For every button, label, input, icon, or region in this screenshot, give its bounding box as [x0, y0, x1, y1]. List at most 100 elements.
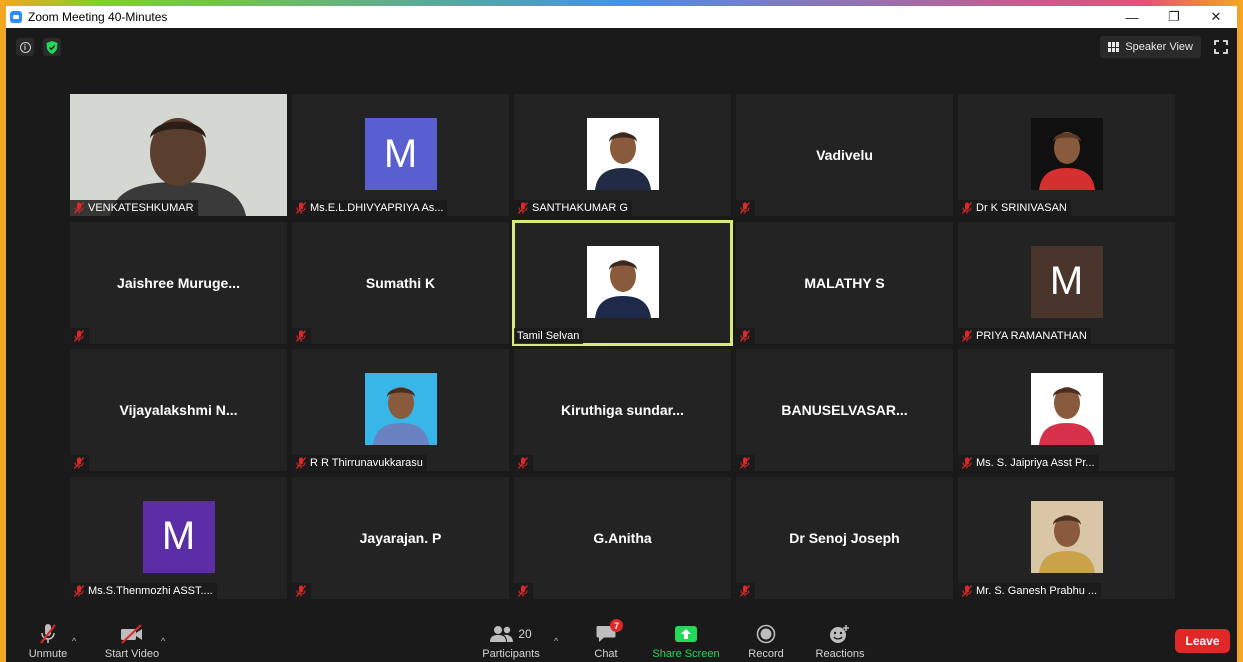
participant-name-tag	[736, 327, 755, 344]
close-button[interactable]: ✕	[1195, 6, 1237, 28]
layout-grid-icon	[1108, 42, 1120, 52]
participant-tile[interactable]: Tamil Selvan	[512, 219, 733, 346]
unmute-label: Unmute	[28, 648, 68, 660]
muted-mic-icon	[295, 202, 307, 214]
participant-name-tag	[292, 327, 311, 344]
muted-mic-icon	[517, 584, 529, 597]
participant-tile[interactable]: Ms. S. Jaipriya Asst Pr...	[958, 349, 1175, 471]
participant-display-name: G.Anitha	[593, 529, 652, 546]
participant-tile[interactable]: VENKATESHKUMAR	[70, 94, 287, 216]
participant-name: VENKATESHKUMAR	[88, 202, 194, 214]
start-video-label: Start Video	[104, 648, 160, 660]
participant-tile[interactable]: Jayarajan. P	[292, 476, 509, 599]
participant-display-name: Vijayalakshmi N...	[119, 402, 238, 418]
muted-mic-icon	[961, 329, 973, 342]
participant-name: Ms. S. Jaipriya Asst Pr...	[976, 457, 1095, 469]
muted-mic-icon	[739, 202, 751, 214]
reactions-button[interactable]: Reactions	[812, 618, 868, 662]
participant-display-name: Dr Senoj Joseph	[789, 529, 900, 546]
fullscreen-icon[interactable]	[1214, 40, 1228, 54]
participant-tile[interactable]: Vadivelu	[736, 94, 953, 216]
participant-tile[interactable]: R R Thirrunavukkarasu	[292, 349, 509, 471]
chat-label: Chat	[594, 648, 618, 660]
participant-tile[interactable]: Dr K SRINIVASAN	[958, 94, 1175, 216]
participants-label: Participants	[482, 648, 540, 660]
participant-name-tag: Ms. S. Jaipriya Asst Pr...	[958, 455, 1099, 471]
minimize-button[interactable]: —	[1111, 6, 1153, 28]
video-off-icon	[119, 622, 145, 646]
participant-name-tag: R R Thirrunavukkarasu	[292, 455, 427, 471]
participants-button[interactable]: 20 Participants	[476, 618, 546, 662]
participant-name-tag: SANTHAKUMAR G	[514, 200, 632, 216]
muted-mic-icon	[739, 457, 751, 469]
participant-tile[interactable]: M Ms.E.L.DHIVYAPRIYA As...	[292, 94, 509, 216]
muted-mic-icon	[961, 584, 973, 597]
participant-name-tag	[514, 582, 533, 599]
muted-mic-icon	[73, 584, 85, 597]
share-screen-button[interactable]: Share Screen	[650, 618, 722, 662]
zoom-app-icon	[10, 11, 22, 23]
participant-name-tag	[514, 455, 533, 471]
participant-tile[interactable]: MALATHY S	[736, 221, 953, 344]
speaker-view-label: Speaker View	[1125, 41, 1193, 53]
participant-display-name: Jayarajan. P	[359, 529, 442, 546]
participant-tile[interactable]: Kiruthiga sundar...	[514, 349, 731, 471]
start-video-button[interactable]: Start Video	[102, 618, 162, 662]
participant-name-tag	[292, 582, 311, 599]
meeting-info-icon[interactable]: i	[16, 38, 34, 56]
participant-name: Mr. S. Ganesh Prabhu ...	[976, 584, 1098, 597]
speaker-view-button[interactable]: Speaker View	[1100, 36, 1201, 58]
share-screen-label: Share Screen	[652, 648, 720, 660]
participant-tile[interactable]: Vijayalakshmi N...	[70, 349, 287, 471]
participant-name: Tamil Selvan	[517, 329, 580, 342]
participant-name: Ms.E.L.DHIVYAPRIYA As...	[310, 202, 444, 214]
muted-mic-icon	[73, 202, 85, 214]
share-screen-icon	[675, 622, 697, 646]
muted-mic-icon	[295, 329, 307, 342]
chat-badge: 7	[610, 619, 623, 632]
reactions-icon	[829, 622, 851, 646]
participant-tile[interactable]: Sumathi K	[292, 221, 509, 344]
muted-mic-icon	[38, 622, 58, 646]
participants-icon: 20	[490, 622, 532, 646]
participant-display-name: BANUSELVASAR...	[781, 402, 908, 418]
participant-name-tag	[70, 455, 89, 471]
participant-tile[interactable]: SANTHAKUMAR G	[514, 94, 731, 216]
video-options-caret[interactable]: ^	[161, 636, 165, 646]
participant-tile[interactable]: Mr. S. Ganesh Prabhu ...	[958, 476, 1175, 599]
participant-name: PRIYA RAMANATHAN	[976, 329, 1087, 342]
participant-display-name: Vadivelu	[816, 147, 873, 163]
participant-name-tag: Ms.S.Thenmozhi ASST....	[70, 582, 217, 599]
muted-mic-icon	[73, 457, 85, 469]
profile-photo	[586, 245, 659, 318]
participant-name-tag: Tamil Selvan	[514, 327, 584, 344]
avatar: M	[1030, 245, 1103, 318]
participant-name-tag: PRIYA RAMANATHAN	[958, 327, 1091, 344]
shield-icon[interactable]	[43, 38, 61, 56]
participants-options-caret[interactable]: ^	[554, 636, 558, 646]
muted-mic-icon	[73, 329, 85, 342]
muted-mic-icon	[517, 202, 529, 214]
restore-button[interactable]: ❐	[1153, 6, 1195, 28]
chat-button[interactable]: 7 Chat	[586, 618, 626, 662]
participant-display-name: Sumathi K	[365, 274, 436, 291]
record-label: Record	[748, 648, 784, 660]
participant-tile[interactable]: G.Anitha	[514, 476, 731, 599]
participants-count: 20	[518, 627, 532, 641]
reactions-label: Reactions	[815, 648, 865, 660]
participant-tile[interactable]: M Ms.S.Thenmozhi ASST....	[70, 476, 287, 599]
participant-tile[interactable]: BANUSELVASAR...	[736, 349, 953, 471]
window-controls: — ❐ ✕	[1111, 6, 1237, 28]
record-button[interactable]: Record	[744, 618, 788, 662]
participant-name-tag: Ms.E.L.DHIVYAPRIYA As...	[292, 200, 448, 216]
participant-name-tag: Dr K SRINIVASAN	[958, 200, 1071, 216]
participant-tile[interactable]: M PRIYA RAMANATHAN	[958, 221, 1175, 344]
leave-button[interactable]: Leave	[1175, 629, 1230, 653]
record-icon	[756, 622, 776, 646]
participant-tile[interactable]: Dr Senoj Joseph	[736, 476, 953, 599]
unmute-button[interactable]: Unmute	[24, 618, 72, 662]
meeting-toolbar: Unmute ^ Start Video ^ 20 Participants ^…	[6, 618, 1237, 662]
participant-tile[interactable]: Jaishree Muruge...	[70, 221, 287, 344]
avatar: M	[364, 118, 437, 190]
audio-options-caret[interactable]: ^	[72, 636, 76, 646]
